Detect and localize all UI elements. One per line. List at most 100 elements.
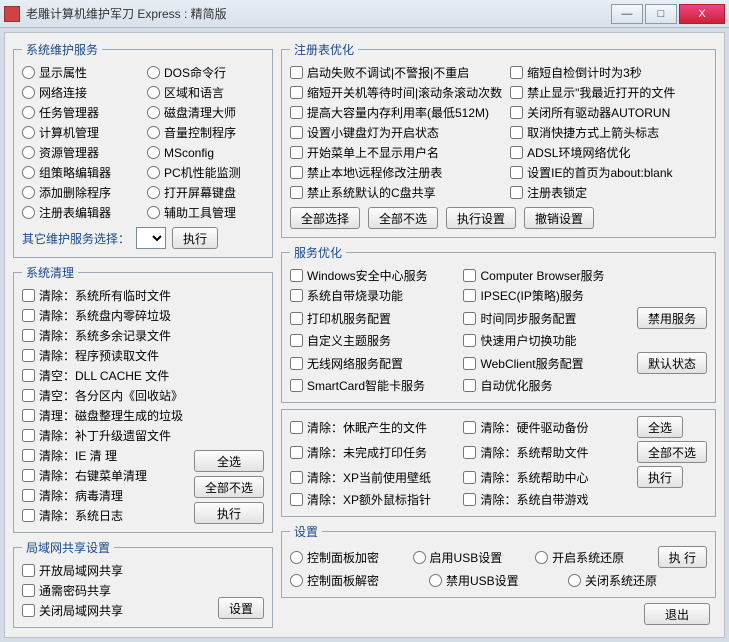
check-清除：硬件驱动备份[interactable]: 清除：硬件驱动备份 <box>463 419 629 436</box>
maximize-button[interactable]: □ <box>645 4 677 24</box>
radio-禁用USB设置[interactable]: 禁用USB设置 <box>429 572 560 589</box>
check-input[interactable] <box>463 421 476 434</box>
check-清除：XP额外鼠标指针[interactable]: 清除：XP额外鼠标指针 <box>290 491 455 508</box>
radio-input[interactable] <box>290 551 303 564</box>
reg-btn-3[interactable]: 撤销设置 <box>524 207 594 229</box>
radio-input[interactable] <box>22 66 35 79</box>
check-input[interactable] <box>290 421 303 434</box>
check-缩短自检倒计时为3秒[interactable]: 缩短自检倒计时为3秒 <box>510 64 707 81</box>
exit-button[interactable]: 退出 <box>644 603 710 625</box>
check-input[interactable] <box>463 289 476 302</box>
check-清空：各分区内《回收站》[interactable]: 清空：各分区内《回收站》 <box>22 387 264 404</box>
check-input[interactable] <box>22 329 35 342</box>
check-input[interactable] <box>510 146 523 159</box>
check-input[interactable] <box>290 446 303 459</box>
radio-辅助工具管理[interactable]: 辅助工具管理 <box>147 204 264 221</box>
check-input[interactable] <box>22 409 35 422</box>
radio-input[interactable] <box>147 126 160 139</box>
radio-MSconfig[interactable]: MSconfig <box>147 144 264 161</box>
radio-区域和语言[interactable]: 区域和语言 <box>147 84 264 101</box>
check-IPSEC(IP策略)服务[interactable]: IPSEC(IP策略)服务 <box>463 287 629 304</box>
check-input[interactable] <box>22 469 35 482</box>
sys-clean-select-none-button[interactable]: 全部不选 <box>194 476 264 498</box>
radio-input[interactable] <box>22 206 35 219</box>
check-input[interactable] <box>290 186 303 199</box>
check-input[interactable] <box>510 166 523 179</box>
radio-input[interactable] <box>147 206 160 219</box>
check-input[interactable] <box>463 493 476 506</box>
check-input[interactable] <box>290 126 303 139</box>
radio-开启系统还原[interactable]: 开启系统还原 <box>535 549 650 566</box>
check-input[interactable] <box>510 66 523 79</box>
clean2-btn-1[interactable]: 全部不选 <box>637 441 707 463</box>
radio-input[interactable] <box>147 146 160 159</box>
check-input[interactable] <box>22 309 35 322</box>
radio-注册表编辑器[interactable]: 注册表编辑器 <box>22 204 139 221</box>
check-清除：系统帮助文件[interactable]: 清除：系统帮助文件 <box>463 444 629 461</box>
check-开放局域网共享[interactable]: 开放局域网共享 <box>22 562 264 579</box>
check-禁止系统默认的C盘共享[interactable]: 禁止系统默认的C盘共享 <box>290 184 502 201</box>
check-input[interactable] <box>290 379 303 392</box>
check-input[interactable] <box>22 584 35 597</box>
check-清除：XP当前使用壁纸[interactable]: 清除：XP当前使用壁纸 <box>290 469 455 486</box>
radio-DOS命令行[interactable]: DOS命令行 <box>147 64 264 81</box>
radio-任务管理器[interactable]: 任务管理器 <box>22 104 139 121</box>
radio-音量控制程序[interactable]: 音量控制程序 <box>147 124 264 141</box>
check-禁止显示"我最近打开的文件[interactable]: 禁止显示"我最近打开的文件 <box>510 84 707 101</box>
check-设置IE的首页为about:blank[interactable]: 设置IE的首页为about:blank <box>510 164 707 181</box>
close-button[interactable]: X <box>679 4 725 24</box>
reg-btn-0[interactable]: 全部选择 <box>290 207 360 229</box>
check-input[interactable] <box>290 106 303 119</box>
check-input[interactable] <box>510 106 523 119</box>
check-时间同步服务配置[interactable]: 时间同步服务配置 <box>463 310 629 327</box>
radio-input[interactable] <box>22 126 35 139</box>
radio-input[interactable] <box>22 146 35 159</box>
check-启动失败不调试|不警报|不重启[interactable]: 启动失败不调试|不警报|不重启 <box>290 64 502 81</box>
check-input[interactable] <box>22 369 35 382</box>
check-自动优化服务[interactable]: 自动优化服务 <box>463 377 629 394</box>
check-取消快捷方式上箭头标志[interactable]: 取消快捷方式上箭头标志 <box>510 124 707 141</box>
radio-input[interactable] <box>22 166 35 179</box>
check-input[interactable] <box>22 289 35 302</box>
check-input[interactable] <box>463 334 476 347</box>
radio-磁盘清理大师[interactable]: 磁盘清理大师 <box>147 104 264 121</box>
check-input[interactable] <box>463 446 476 459</box>
radio-组策略编辑器[interactable]: 组策略编辑器 <box>22 164 139 181</box>
check-清理：磁盘整理生成的垃圾[interactable]: 清理：磁盘整理生成的垃圾 <box>22 407 264 424</box>
minimize-button[interactable]: — <box>611 4 643 24</box>
check-提高大容量内存利用率(最低512M)[interactable]: 提高大容量内存利用率(最低512M) <box>290 104 502 121</box>
radio-关闭系统还原[interactable]: 关闭系统还原 <box>568 572 699 589</box>
check-清除：系统所有临时文件[interactable]: 清除：系统所有临时文件 <box>22 287 264 304</box>
check-input[interactable] <box>290 493 303 506</box>
check-input[interactable] <box>510 186 523 199</box>
check-清除：休眠产生的文件[interactable]: 清除：休眠产生的文件 <box>290 419 455 436</box>
radio-input[interactable] <box>147 186 160 199</box>
check-input[interactable] <box>22 349 35 362</box>
check-input[interactable] <box>463 269 476 282</box>
check-Windows安全中心服务[interactable]: Windows安全中心服务 <box>290 267 455 284</box>
check-注册表锁定[interactable]: 注册表锁定 <box>510 184 707 201</box>
check-input[interactable] <box>22 389 35 402</box>
radio-input[interactable] <box>290 574 303 587</box>
check-input[interactable] <box>22 509 35 522</box>
check-关闭所有驱动器AUTORUN[interactable]: 关闭所有驱动器AUTORUN <box>510 104 707 121</box>
check-清除：程序预读取文件[interactable]: 清除：程序预读取文件 <box>22 347 264 364</box>
check-SmartCard智能卡服务[interactable]: SmartCard智能卡服务 <box>290 377 455 394</box>
check-ADSL环境网络优化[interactable]: ADSL环境网络优化 <box>510 144 707 161</box>
check-input[interactable] <box>22 449 35 462</box>
clean2-btn-2[interactable]: 执行 <box>637 466 683 488</box>
radio-启用USB设置[interactable]: 启用USB设置 <box>413 549 528 566</box>
check-清除：系统多余记录文件[interactable]: 清除：系统多余记录文件 <box>22 327 264 344</box>
svc-btn-2[interactable]: 禁用服务 <box>637 307 707 329</box>
check-input[interactable] <box>290 269 303 282</box>
check-清除：系统盘内零碎垃圾[interactable]: 清除：系统盘内零碎垃圾 <box>22 307 264 324</box>
lan-set-button[interactable]: 设置 <box>218 597 264 619</box>
check-input[interactable] <box>290 86 303 99</box>
check-清除：系统自带游戏[interactable]: 清除：系统自带游戏 <box>463 491 629 508</box>
radio-input[interactable] <box>535 551 548 564</box>
radio-input[interactable] <box>147 166 160 179</box>
check-input[interactable] <box>22 429 35 442</box>
other-maint-select[interactable] <box>136 227 166 249</box>
radio-控制面板解密[interactable]: 控制面板解密 <box>290 572 421 589</box>
radio-input[interactable] <box>413 551 426 564</box>
